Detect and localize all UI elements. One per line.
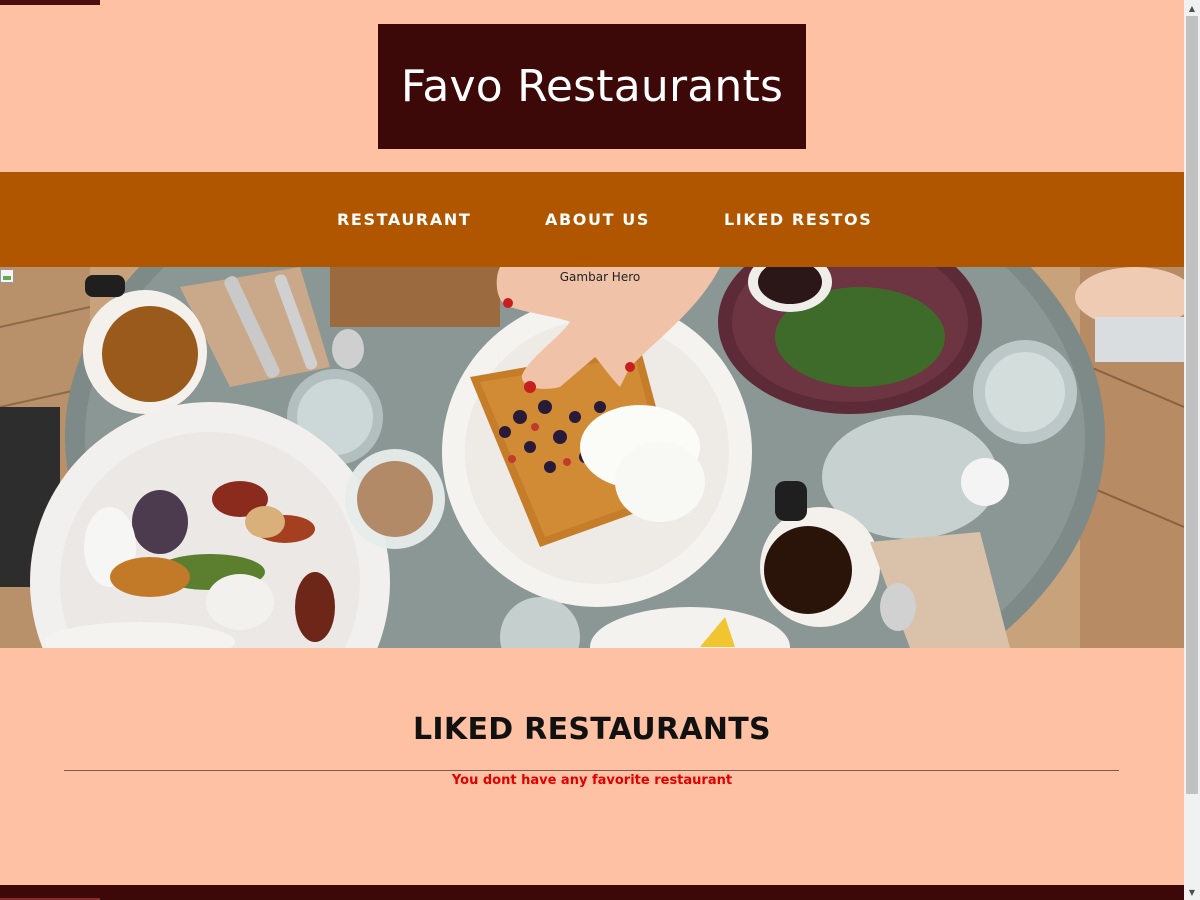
main-nav: RESTAURANT ABOUT US LIKED RESTOS [0, 172, 1184, 267]
hero-photo [0, 267, 1184, 648]
nav-link-restaurant[interactable]: RESTAURANT [337, 210, 471, 229]
brand-box: Favo Restaurants [378, 24, 806, 149]
scroll-up-icon[interactable]: ▲ [1184, 0, 1200, 16]
scroll-down-icon[interactable]: ▼ [1184, 884, 1200, 900]
brand-title: Favo Restaurants [400, 61, 784, 112]
liked-restaurants-title: LIKED RESTAURANTS [413, 712, 771, 747]
nav-link-about-us[interactable]: ABOUT US [545, 210, 650, 229]
title-divider [64, 770, 1119, 771]
skip-to-content-link[interactable] [0, 0, 100, 5]
vertical-scrollbar[interactable]: ▲ ▼ [1184, 0, 1200, 900]
page: Favo Restaurants RESTAURANT ABOUT US LIK… [0, 0, 1184, 900]
empty-favorites-message: You dont have any favorite restaurant [451, 773, 733, 788]
hero-alt-text: Gambar Hero [559, 270, 641, 284]
hero-image: Gambar Hero [0, 267, 1184, 648]
nav-link-liked-restos[interactable]: LIKED RESTOS [724, 210, 872, 229]
scroll-thumb[interactable] [1186, 16, 1198, 794]
page-footer [0, 885, 1184, 900]
